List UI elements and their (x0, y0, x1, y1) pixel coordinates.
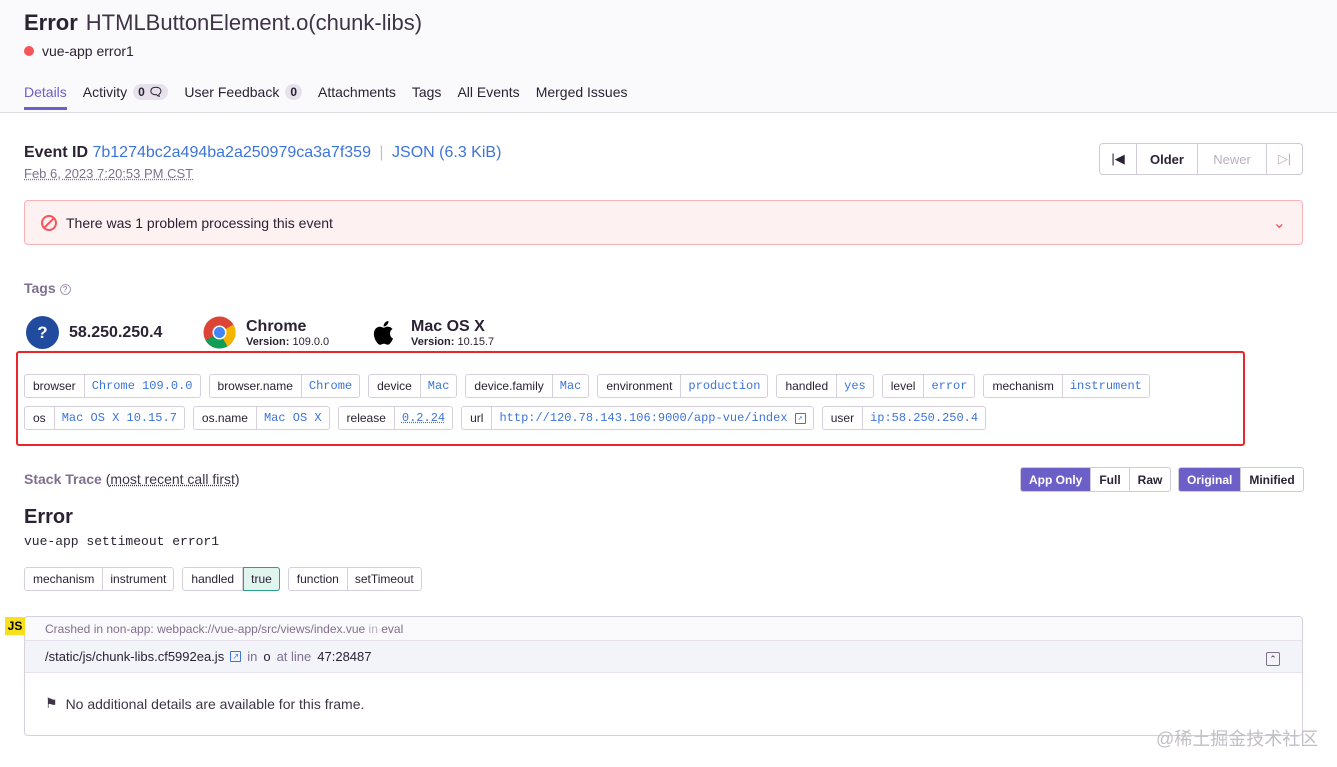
mech-mechanism: mechanism instrument (24, 567, 175, 591)
frame-file-row[interactable]: /static/js/chunk-libs.cf5992ea.js ↗ in o… (25, 641, 1302, 673)
tags-title: Tags? (24, 280, 71, 296)
tab-activity[interactable]: Activity 0 🗨 (83, 84, 169, 110)
full-button[interactable]: Full (1091, 468, 1130, 491)
external-link-icon[interactable]: ↗ (794, 412, 806, 424)
issue-tabs: Details Activity 0 🗨 User Feedback 0 Att… (24, 84, 628, 110)
app-only-button[interactable]: App Only (1021, 468, 1092, 491)
tag-level[interactable]: level error (881, 374, 976, 398)
tag-browser[interactable]: browser Chrome 109.0.0 (24, 374, 201, 398)
tag-browser-name[interactable]: browser.name Chrome (208, 374, 361, 398)
tag-environment[interactable]: environment production (597, 374, 769, 398)
tag-handled[interactable]: handled yes (776, 374, 874, 398)
minified-button[interactable]: Minified (1241, 468, 1302, 491)
tags-row-2: os Mac OS X 10.15.7 os.name Mac OS X relea… (24, 406, 987, 430)
tag-os-name[interactable]: os.name Mac OS X (192, 406, 330, 430)
event-id-link[interactable]: 7b1274bc2a494ba2a250979ca3a7f359 (92, 144, 371, 161)
older-button[interactable]: Older (1137, 144, 1198, 174)
view-toggle: App Only Full Raw (1020, 467, 1172, 492)
tag-mechanism[interactable]: mechanism instrument (983, 374, 1150, 398)
project-label: vue-app error1 (24, 43, 134, 59)
first-event-button[interactable]: |◀ (1100, 144, 1137, 174)
issue-culprit: HTMLButtonElement.o(chunk-libs) (85, 10, 423, 35)
mech-handled: handled true (182, 567, 280, 591)
tab-details[interactable]: Details (24, 84, 67, 110)
event-id-line: Event ID 7b1274bc2a494ba2a250979ca3a7f35… (24, 144, 501, 162)
tab-user-feedback[interactable]: User Feedback 0 (184, 84, 303, 110)
exception-message: vue-app settimeout error1 (24, 534, 220, 549)
tag-device-family[interactable]: device.family Mac (465, 374, 590, 398)
exception-type: Error (24, 506, 73, 528)
chrome-icon (203, 316, 236, 349)
chevron-down-icon[interactable]: ⌄ (1273, 213, 1286, 233)
frame-line: 47:28487 (317, 649, 372, 664)
mech-function: function setTimeout (287, 567, 422, 591)
comment-icon: 🗨 (148, 85, 164, 99)
issue-title: Error HTMLButtonElement.o(chunk-libs) (24, 10, 422, 36)
stack-frame: Crashed in non-app: webpack://vue-app/sr… (24, 616, 1303, 736)
tag-url[interactable]: url http://120.78.143.106:9000/app-vue/in… (461, 406, 814, 430)
browser-name: Chrome (246, 317, 307, 335)
json-link[interactable]: JSON (6.3 KiB) (392, 144, 501, 161)
feedback-count-badge: 0 (285, 84, 303, 100)
last-icon: ▷| (1277, 151, 1292, 166)
tags-row-1: browser Chrome 109.0.0 browser.name Chrome… (24, 374, 1150, 398)
browser-version: Version: 109.0.0 (246, 335, 330, 348)
event-pager: |◀ Older Newer ▷| (1099, 143, 1303, 175)
issue-type: Error (24, 10, 78, 35)
javascript-icon: JS (5, 617, 25, 635)
event-date: Feb 6, 2023 7:20:53 PM CST (24, 166, 194, 181)
crashed-in-line: Crashed in non-app: webpack://vue-app/sr… (25, 617, 1302, 641)
separator: | (379, 144, 384, 161)
event-id-label: Event ID (24, 144, 89, 161)
newer-button[interactable]: Newer (1198, 144, 1267, 174)
os-version: Version: 10.15.7 (411, 335, 495, 348)
context-browser: Chrome Version: 109.0.0 (203, 316, 329, 349)
mechanism-tags: mechanism instrument handled true function… (24, 567, 422, 591)
frame-details: ⚑ No additional details are available fo… (25, 673, 1302, 734)
frame-filename: /static/js/chunk-libs.cf5992ea.js (45, 649, 225, 664)
original-button[interactable]: Original (1179, 468, 1242, 491)
issue-header: Error HTMLButtonElement.o(chunk-libs) vue… (0, 0, 1337, 113)
project-name: vue-app error1 (42, 43, 134, 59)
tag-user[interactable]: user ip:58.250.250.4 (821, 406, 987, 430)
help-icon[interactable]: ? (59, 284, 71, 295)
alert-text: There was 1 problem processing this even… (66, 214, 333, 231)
context-user: ? 58.250.250.4 (26, 316, 162, 349)
os-name: Mac OS X (411, 317, 485, 335)
external-link-icon[interactable]: ↗ (230, 651, 242, 662)
tag-device[interactable]: device Mac (368, 374, 458, 398)
watermark: @稀土掘金技术社区 (1156, 729, 1319, 749)
stack-trace-title: Stack Trace (most recent call first) (24, 471, 240, 487)
tab-merged-issues[interactable]: Merged Issues (536, 84, 628, 110)
first-icon: |◀ (1111, 151, 1125, 166)
raw-button[interactable]: Raw (1130, 468, 1171, 491)
tab-attachments[interactable]: Attachments (318, 84, 396, 110)
tag-release[interactable]: release 0.2.24 (337, 406, 454, 430)
user-ip: 58.250.250.4 (69, 323, 163, 341)
chevron-up-icon[interactable]: ⌃ (1266, 652, 1280, 666)
context-os: Mac OS X Version: 10.15.7 (368, 316, 494, 349)
prohibited-icon (41, 214, 57, 231)
frame-function: o (263, 649, 271, 664)
tag-os[interactable]: os Mac OS X 10.15.7 (24, 406, 185, 430)
processing-error-alert[interactable]: There was 1 problem processing this even… (24, 200, 1303, 245)
last-event-button[interactable]: ▷| (1267, 144, 1302, 174)
annotation-highlight-box (16, 351, 1245, 446)
no-details-text: No additional details are available for … (65, 695, 365, 712)
user-unknown-icon: ? (26, 316, 59, 349)
error-level-dot (24, 46, 34, 56)
tab-all-events[interactable]: All Events (457, 84, 519, 110)
format-toggle: Original Minified (1178, 467, 1304, 492)
apple-icon (373, 321, 393, 345)
activity-count-badge: 0 🗨 (133, 84, 169, 100)
tab-tags[interactable]: Tags (412, 84, 442, 110)
flag-icon: ⚑ (45, 695, 58, 711)
